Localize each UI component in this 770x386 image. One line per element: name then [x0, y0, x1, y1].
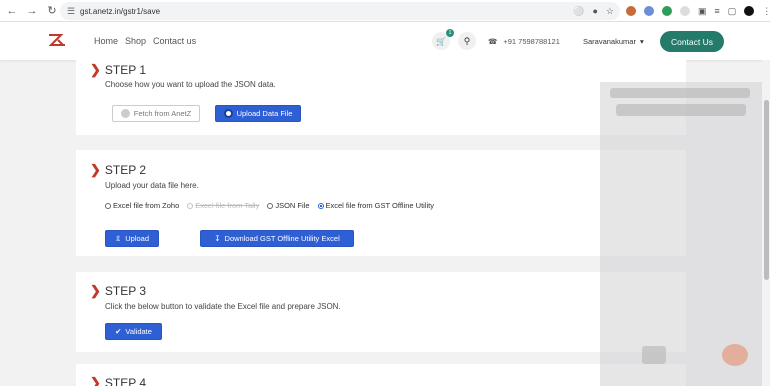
step2-heading: ❯ STEP 2: [90, 162, 147, 177]
radio-circle-icon: [120, 109, 130, 118]
upload-data-file-button[interactable]: Upload Data File: [215, 105, 301, 122]
extension-icon[interactable]: [662, 6, 672, 16]
extension-icon[interactable]: [644, 6, 654, 16]
option-zoho[interactable]: Excel file from Zoho: [105, 201, 179, 210]
download-icon: ↧: [214, 234, 221, 243]
search-icon[interactable]: ⚲: [458, 32, 476, 50]
browser-toolbar: ← → ↻ ☰ gst.anetz.in/gstr1/save ⚪ ● ☆ ▣ …: [0, 0, 770, 22]
check-icon: ✔: [115, 327, 122, 336]
scrollbar-thumb[interactable]: [764, 100, 769, 280]
chevron-right-icon: ❯: [90, 375, 101, 386]
step1-card: ❯ STEP 1 Choose how you want to upload t…: [76, 60, 686, 135]
step3-heading: ❯ STEP 3: [90, 283, 147, 298]
step3-description: Click the below button to validate the E…: [105, 302, 341, 311]
option-json[interactable]: JSON File: [267, 201, 310, 210]
window-icon[interactable]: ▢: [728, 6, 737, 17]
option-tally[interactable]: Excel file from Tally: [187, 201, 259, 210]
extension-icon[interactable]: [626, 6, 636, 16]
star-icon[interactable]: ☆: [606, 6, 614, 17]
forward-icon[interactable]: →: [22, 0, 42, 22]
anetz-logo[interactable]: [47, 32, 67, 48]
download-excel-button[interactable]: ↧ Download GST Offline Utility Excel: [200, 230, 354, 247]
nav-home[interactable]: Home: [94, 36, 118, 46]
upload-button[interactable]: ⇫ Upload: [105, 230, 159, 247]
contact-us-button[interactable]: Contact Us: [660, 31, 724, 52]
chat-widget-header: [610, 88, 750, 98]
chat-widget-overlay: [600, 82, 770, 386]
step2-card: ❯ STEP 2 Upload your data file here. Exc…: [76, 150, 686, 256]
option-gst-offline[interactable]: Excel file from GST Offline Utility: [317, 201, 434, 210]
cart-count-badge: 1: [446, 29, 454, 37]
address-bar[interactable]: ☰ gst.anetz.in/gstr1/save ⚪ ● ☆: [60, 2, 620, 20]
user-menu[interactable]: Saravanakumar ▾: [583, 37, 644, 46]
phone-icon: ☎: [488, 37, 498, 46]
nav-contact[interactable]: Contact us: [153, 36, 196, 46]
tab-list-icon[interactable]: ≡: [715, 6, 720, 16]
fetch-from-anetz-button[interactable]: Fetch from AnetZ: [112, 105, 200, 122]
reload-icon[interactable]: ↻: [42, 0, 62, 22]
chat-widget-input: [616, 104, 746, 116]
step1-description: Choose how you want to upload the JSON d…: [105, 80, 276, 89]
chat-widget-tab: [642, 346, 666, 364]
step4-card: ❯ STEP 4: [76, 364, 686, 386]
user-name: Saravanakumar: [583, 37, 636, 46]
main-nav: Home Shop Contact us: [94, 36, 196, 46]
step2-description: Upload your data file here.: [105, 181, 199, 190]
back-icon[interactable]: ←: [2, 0, 22, 22]
key-icon[interactable]: ⚪: [573, 6, 584, 17]
url-text: gst.anetz.in/gstr1/save: [80, 6, 161, 16]
extension-icon[interactable]: [680, 6, 690, 16]
step1-heading: ❯ STEP 1: [90, 62, 147, 77]
puzzle-icon[interactable]: ▣: [698, 6, 707, 17]
phone-contact[interactable]: ☎ +91 7598788121: [488, 37, 560, 46]
phone-number: +91 7598788121: [503, 37, 560, 46]
site-info-icon[interactable]: ☰: [62, 6, 80, 17]
profile-avatar[interactable]: [744, 6, 755, 16]
location-icon[interactable]: ●: [592, 6, 597, 16]
validate-button[interactable]: ✔ Validate: [105, 323, 162, 340]
nav-shop[interactable]: Shop: [125, 36, 146, 46]
site-header: Home Shop Contact us 🛒 1 ⚲ ☎ +91 7598788…: [0, 22, 770, 60]
chat-launcher-icon: [722, 344, 748, 366]
step3-card: ❯ STEP 3 Click the below button to valid…: [76, 272, 686, 352]
radio-selected-icon: [223, 109, 233, 118]
step4-heading: ❯ STEP 4: [90, 375, 146, 386]
chevron-right-icon: ❯: [90, 62, 101, 77]
menu-icon[interactable]: ⋮: [762, 6, 770, 17]
chevron-right-icon: ❯: [90, 162, 101, 177]
chevron-right-icon: ❯: [90, 283, 101, 298]
caret-down-icon: ▾: [639, 37, 644, 46]
source-options: Excel file from Zoho Excel file from Tal…: [105, 201, 434, 210]
upload-icon: ⇫: [114, 234, 122, 243]
